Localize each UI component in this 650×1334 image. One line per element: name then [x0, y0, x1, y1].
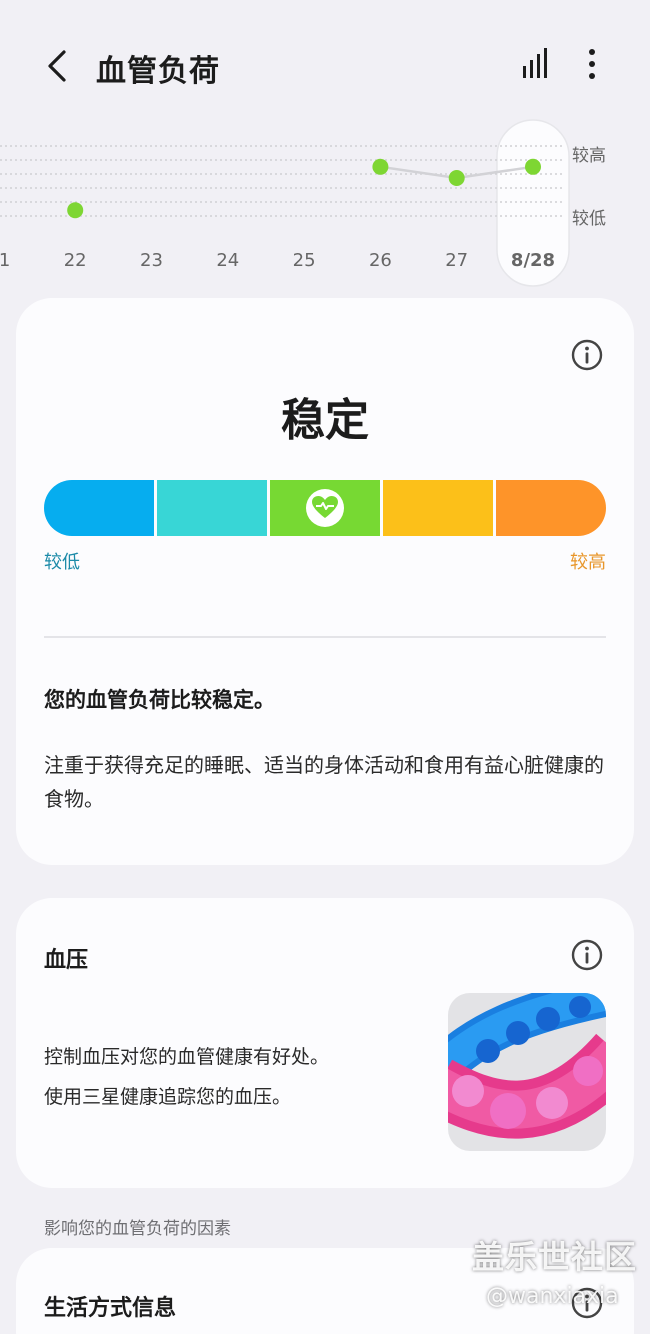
level-segment-5 [493, 480, 606, 536]
lifestyle-title: 生活方式信息 [44, 1296, 177, 1321]
trend-point-26[interactable] [372, 158, 389, 175]
status-title: 稳定 [281, 395, 369, 446]
day-label-22[interactable]: 22 [64, 250, 87, 271]
trend-point-27[interactable] [448, 170, 465, 186]
status-info-button[interactable] [570, 338, 604, 372]
bp-title: 血压 [44, 948, 89, 973]
level-segment-4 [380, 480, 493, 536]
bp-description-line2: 使用三星健康追踪您的血压。 [44, 1086, 292, 1108]
info-icon [571, 339, 603, 371]
day-label-24[interactable]: 24 [216, 250, 239, 271]
trend-point-8-28[interactable] [525, 158, 541, 175]
watermark-brand: 盖乐世社区 [472, 1238, 638, 1276]
level-high-label: 较高 [572, 146, 606, 166]
more-options-button[interactable] [578, 46, 606, 82]
heart-icon [306, 489, 344, 527]
level-low-label: 较低 [572, 209, 606, 229]
bar-chart-icon [523, 48, 547, 78]
bp-description-line1: 控制血压对您的血管健康有好处。 [44, 1046, 330, 1068]
day-label-8-28[interactable]: 8/28 [511, 250, 555, 271]
factors-section-label: 影响您的血管负荷的因素 [44, 1219, 231, 1239]
info-icon [571, 939, 603, 971]
day-label-26[interactable]: 26 [369, 250, 392, 271]
bp-info-button[interactable] [570, 938, 604, 972]
scale-high-label: 较高 [570, 552, 606, 573]
trend-grid [0, 145, 565, 217]
trend-chart-button[interactable] [518, 46, 554, 82]
day-label-25[interactable]: 25 [293, 250, 316, 271]
divider [44, 636, 606, 638]
day-label-27[interactable]: 27 [445, 250, 468, 271]
blood-pressure-card[interactable]: 血压 控制血压对您的血管健康有好处。 使用三星健康追踪您的血压。 [16, 898, 634, 1188]
header: 血管负荷 [0, 0, 650, 130]
day-label-21[interactable]: 21 [0, 250, 10, 271]
scale-low-label: 较低 [44, 552, 80, 573]
page-title: 血管负荷 [96, 54, 220, 89]
watermark-handle: @wanxiaxia [486, 1284, 619, 1309]
day-label-23[interactable]: 23 [140, 250, 163, 271]
trend-point-22[interactable] [67, 202, 84, 219]
blood-vessel-illustration [448, 993, 606, 1151]
chevron-left-icon [48, 50, 66, 82]
status-card: 稳定 较低 较高 您的血管负荷比较稳定。 注重于获得充足的睡眠、适当的身体活动和… [16, 298, 634, 865]
back-button[interactable] [38, 44, 78, 88]
level-bar [44, 480, 606, 536]
trend-strip[interactable]: 21 22 23 24 25 26 27 8/28 较高 较低 [0, 118, 650, 290]
status-advice: 注重于获得充足的睡眠、适当的身体活动和食用有益心脏健康的食物。 [44, 753, 604, 811]
trend-chart[interactable]: 21 22 23 24 25 26 27 8/28 较高 较低 [0, 118, 650, 290]
level-segment-2 [154, 480, 267, 536]
more-vertical-icon [589, 49, 595, 79]
status-headline: 您的血管负荷比较稳定。 [44, 688, 275, 712]
level-segment-3 [267, 480, 380, 536]
level-segment-1 [44, 480, 154, 536]
